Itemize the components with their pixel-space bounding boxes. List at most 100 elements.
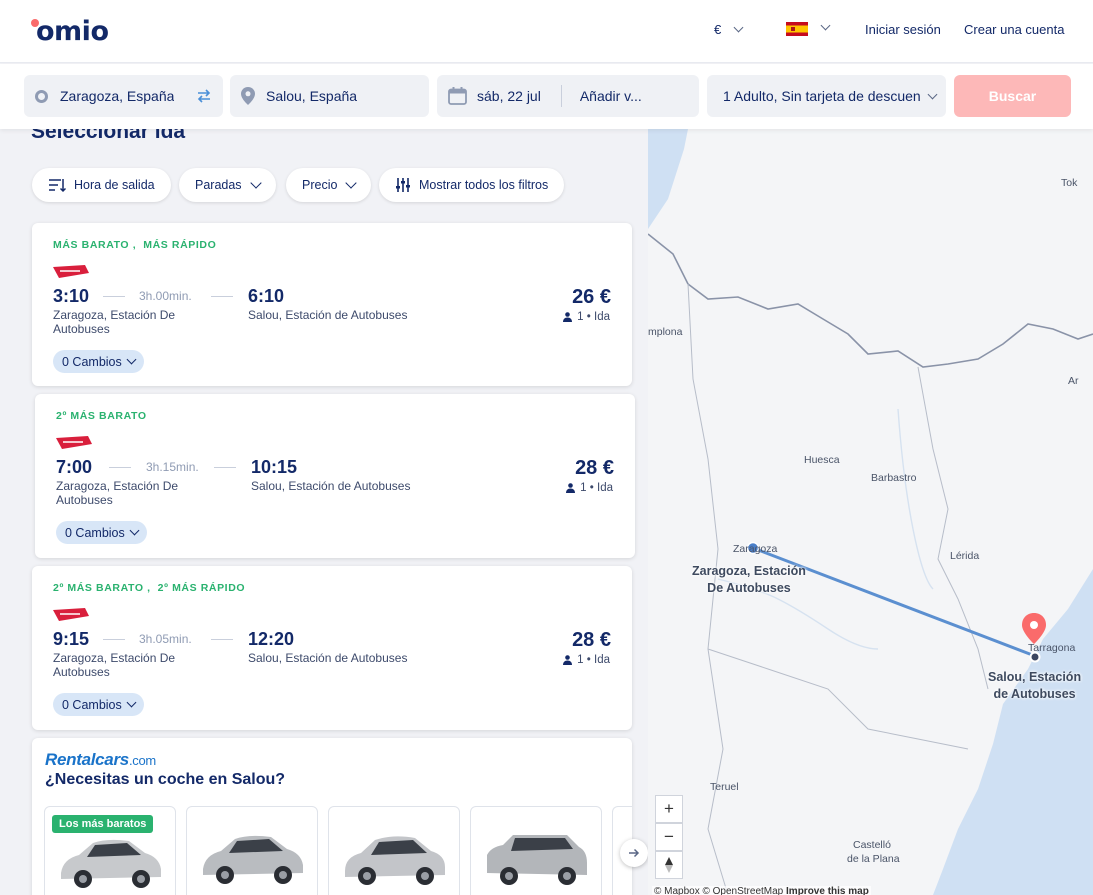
- destination-field[interactable]: Salou, España: [230, 75, 429, 117]
- person-icon: [563, 655, 573, 665]
- arrival-time: 10:15: [251, 457, 298, 477]
- car-option[interactable]: [470, 806, 602, 895]
- car-image: [203, 835, 303, 884]
- filter-label: Paradas: [195, 178, 242, 192]
- arrival-station: Salou, Estación de Autobuses: [248, 308, 408, 322]
- date-field[interactable]: sáb, 22 jul Añadir v...: [437, 75, 699, 117]
- cheapest-badge: Los más baratos: [52, 815, 154, 833]
- duration: 3h.05min.: [139, 632, 192, 646]
- changes-toggle[interactable]: 0 Cambios: [56, 521, 147, 544]
- departure-time: 9:15: [53, 629, 90, 649]
- chevron-down-icon: [126, 697, 137, 708]
- filter-all[interactable]: Mostrar todos los filtros: [379, 168, 565, 202]
- compass-button[interactable]: [655, 851, 683, 879]
- zoom-out-button[interactable]: −: [655, 823, 683, 851]
- chevron-down-icon: [820, 20, 831, 31]
- car-option[interactable]: [328, 806, 460, 895]
- person-icon: [566, 483, 576, 493]
- map-label-castello: Castelló: [853, 839, 891, 851]
- login-link[interactable]: Iniciar sesión: [865, 22, 941, 37]
- sort-icon: [49, 179, 66, 193]
- map-label-tarragona: Tarragona: [1028, 642, 1076, 654]
- swap-icon[interactable]: [195, 87, 213, 105]
- car-rental-card: Rentalcars.com ¿Necesitas un coche en Sa…: [32, 738, 648, 895]
- results-panel: Seleccionar ida Hora de salida Paradas P…: [0, 129, 648, 895]
- destination-map-label: Salou, Estación de Autobuses: [988, 670, 1082, 701]
- departure-date: sáb, 22 jul: [477, 88, 541, 104]
- filter-price[interactable]: Precio: [286, 168, 372, 202]
- carrier-logo-icon: [53, 265, 89, 278]
- currency-label: €: [714, 22, 722, 37]
- location-pin-icon: [241, 87, 255, 105]
- filter-label: Precio: [302, 178, 338, 192]
- duration-line: [103, 296, 125, 297]
- trip-card[interactable]: 2º MÁS BARATO , 2º MÁS RÁPIDO 9:15 3h.05…: [32, 566, 632, 730]
- logo-text: omio: [36, 16, 109, 47]
- duration-line: [109, 467, 131, 468]
- sliders-icon: [396, 178, 410, 192]
- filter-label: Mostrar todos los filtros: [419, 178, 549, 192]
- passenger-info: 1 • Ida: [563, 654, 610, 666]
- map-label-lerida: Lérida: [950, 550, 980, 562]
- departure-station: Zaragoza, Estación De Autobuses: [53, 308, 176, 336]
- rental-title: ¿Necesitas un coche en Salou?: [45, 771, 286, 788]
- rentalcars-logo[interactable]: Rentalcars.com: [45, 750, 156, 770]
- departure-station: Zaragoza, Estación De Autobuses: [56, 479, 179, 507]
- map-label-barbastro: Barbastro: [871, 472, 917, 484]
- chevron-down-icon: [126, 354, 137, 365]
- filter-departure-time[interactable]: Hora de salida: [32, 168, 171, 202]
- price: 28 €: [575, 457, 614, 479]
- filter-stops[interactable]: Paradas: [179, 168, 276, 202]
- car-image: [61, 839, 161, 888]
- origin-map-label: Zaragoza, Estación De Autobuses: [692, 564, 806, 595]
- changes-toggle[interactable]: 0 Cambios: [53, 693, 144, 716]
- carrier-logo-icon: [53, 608, 89, 621]
- page-title: Seleccionar ida: [31, 129, 186, 143]
- zoom-in-button[interactable]: +: [655, 795, 683, 823]
- origin-circle-icon: [35, 89, 48, 103]
- duration-line: [211, 296, 233, 297]
- chevron-down-icon: [129, 525, 140, 536]
- register-link[interactable]: Crear una cuenta: [964, 22, 1064, 37]
- duration-line: [103, 639, 125, 640]
- improve-map-link[interactable]: Improve this map: [786, 886, 869, 895]
- map-attribution: © Mapbox © OpenStreetMap Improve this ma…: [652, 886, 871, 895]
- arrival-time: 6:10: [248, 286, 285, 306]
- chevron-down-icon: [345, 177, 358, 189]
- tag-cheapest: MÁS BARATO , MÁS RÁPIDO: [53, 239, 217, 251]
- price: 26 €: [572, 286, 611, 308]
- duration-line: [214, 467, 236, 468]
- duration-line: [211, 639, 233, 640]
- car-option[interactable]: [186, 806, 318, 895]
- map-label-pamplona: mplona: [648, 326, 683, 338]
- tag-second-cheapest-fastest: 2º MÁS BARATO , 2º MÁS RÁPIDO: [53, 582, 246, 594]
- departure-time: 3:10: [53, 286, 90, 306]
- language-selector[interactable]: [786, 20, 831, 36]
- trip-card[interactable]: 2º MÁS BARATO 7:00 3h.15min. 10:15 Zarag…: [35, 394, 635, 558]
- currency-selector[interactable]: €: [714, 22, 744, 37]
- passengers-value: 1 Adulto, Sin tarjeta de descuen: [723, 88, 921, 104]
- tag-second-cheapest: 2º MÁS BARATO: [56, 410, 147, 422]
- arrival-time: 12:20: [248, 629, 295, 649]
- next-cars-button[interactable]: [620, 839, 648, 867]
- map-label-teruel: Teruel: [710, 781, 739, 793]
- person-icon: [563, 312, 573, 322]
- price: 28 €: [572, 629, 611, 651]
- car-image: [487, 835, 587, 885]
- changes-toggle[interactable]: 0 Cambios: [53, 350, 144, 373]
- arrow-right-icon: [629, 848, 640, 858]
- route-map[interactable]: Tok mplona Huesca Barbastro Zaragoza Lér…: [648, 129, 1093, 895]
- return-date-button[interactable]: Añadir v...: [580, 88, 642, 104]
- map-label-zaragoza: Zaragoza: [733, 543, 778, 555]
- passengers-field[interactable]: 1 Adulto, Sin tarjeta de descuen: [707, 75, 946, 117]
- field-divider: [560, 85, 562, 107]
- spain-flag-icon: [786, 21, 808, 36]
- map-label-plana: de la Plana: [847, 853, 900, 865]
- trip-card[interactable]: MÁS BARATO , MÁS RÁPIDO 3:10 3h.00min. 6…: [32, 223, 632, 386]
- chevron-down-icon: [733, 22, 744, 33]
- origin-field[interactable]: Zaragoza, España: [24, 75, 223, 117]
- map-label-tok: Tok: [1061, 177, 1078, 189]
- search-button[interactable]: Buscar: [954, 75, 1071, 117]
- arrival-station: Salou, Estación de Autobuses: [251, 479, 411, 493]
- car-option[interactable]: Los más baratos: [44, 806, 176, 895]
